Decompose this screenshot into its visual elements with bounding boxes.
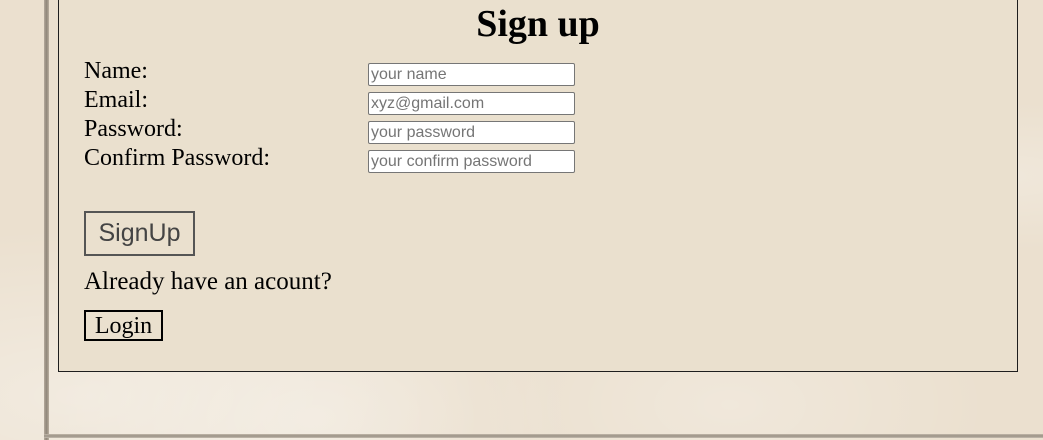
- bottom-rail-divider: [44, 434, 1043, 438]
- signup-button[interactable]: SignUp: [84, 211, 195, 256]
- confirm-password-input[interactable]: [368, 150, 575, 173]
- name-label: Name:: [84, 58, 148, 84]
- name-input[interactable]: [368, 63, 575, 86]
- confirm-password-label: Confirm Password:: [84, 145, 270, 171]
- form-title: Sign up: [476, 3, 600, 45]
- signup-form-panel: Sign up Name: Email: Password: Confirm P…: [58, 0, 1018, 372]
- email-input[interactable]: [368, 92, 575, 115]
- password-label: Password:: [84, 116, 183, 142]
- left-rail-divider: [44, 0, 49, 440]
- email-label: Email:: [84, 87, 148, 113]
- login-button[interactable]: Login: [84, 310, 163, 341]
- already-have-account-text: Already have an acount?: [84, 268, 332, 295]
- password-input[interactable]: [368, 121, 575, 144]
